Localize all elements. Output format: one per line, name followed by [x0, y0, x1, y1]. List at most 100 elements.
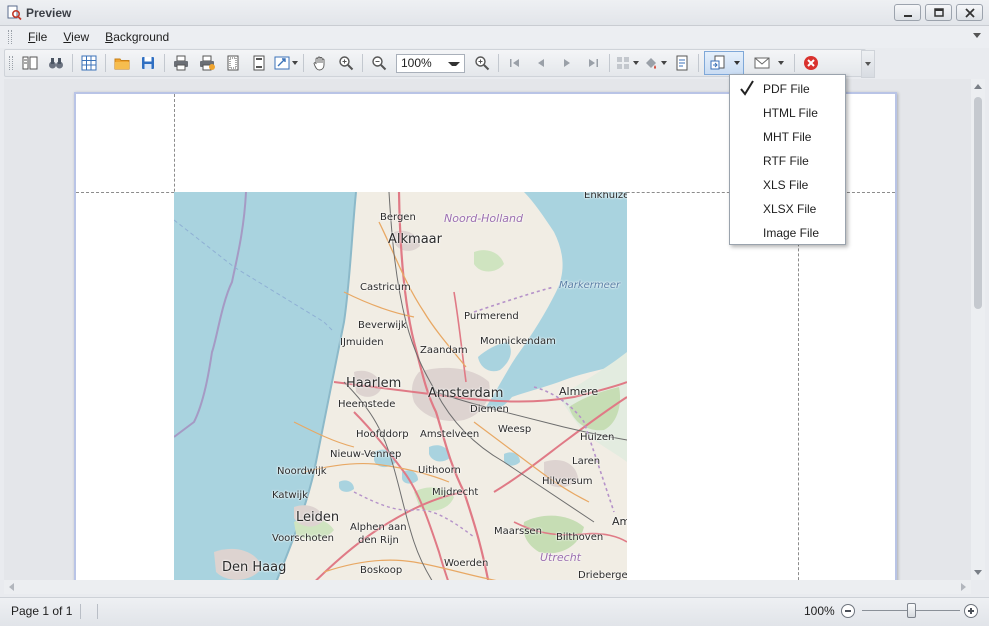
menu-grip[interactable] — [8, 30, 12, 44]
menu-item-xls-file[interactable]: XLS File — [730, 173, 845, 197]
chevron-down-icon — [865, 62, 871, 66]
map-label-monnickendam: Monnickendam — [480, 336, 556, 347]
first-page-button[interactable] — [504, 52, 526, 74]
menubar-overflow-icon[interactable] — [973, 33, 981, 38]
search-button[interactable] — [45, 52, 67, 74]
menu-item-label: MHT File — [763, 130, 812, 144]
menu-item-html-file[interactable]: HTML File — [730, 101, 845, 125]
fill-background-icon — [646, 58, 656, 69]
status-separator — [97, 604, 98, 619]
toolbar-options-button[interactable] — [861, 50, 875, 78]
watermark-button[interactable] — [671, 52, 693, 74]
map-label-markermeer: Markermeer — [559, 280, 621, 291]
map-label-maarssen: Maarssen — [494, 526, 542, 537]
scroll-down-icon[interactable] — [974, 570, 982, 575]
menu-item-label: HTML File — [763, 106, 818, 120]
export-dropdown-button[interactable] — [704, 51, 744, 75]
map-label-mijdrecht: Mijdrecht — [432, 487, 479, 498]
next-page-icon — [564, 59, 570, 67]
minimize-button[interactable] — [894, 4, 921, 21]
menu-item-image-file[interactable]: Image File — [730, 221, 845, 245]
quick-print-icon — [200, 55, 215, 71]
last-page-button[interactable] — [582, 52, 604, 74]
zoom-out-button[interactable] — [368, 52, 390, 74]
toolbar-separator — [303, 54, 304, 72]
zoom-combobox[interactable]: 100% — [396, 53, 465, 73]
document-map-icon — [22, 56, 38, 70]
header-footer-button[interactable] — [248, 52, 270, 74]
hand-tool-icon — [313, 56, 325, 71]
map-label-haarlem: Haarlem — [346, 376, 402, 391]
quick-print-button[interactable] — [196, 52, 218, 74]
maximize-button[interactable] — [925, 4, 952, 21]
map-label-zaandam: Zaandam — [420, 345, 468, 356]
magnifier-button[interactable] — [335, 52, 357, 74]
menu-item-label: PDF File — [763, 82, 810, 96]
map-label-noordwijk: Noordwijk — [277, 466, 327, 477]
multiple-pages-dropdown[interactable] — [615, 52, 639, 74]
fill-background-dropdown[interactable] — [643, 52, 667, 74]
send-email-dropdown[interactable] — [754, 52, 784, 74]
map-image: Enkhuize Bergen Noord-Holland Alkmaar Ma… — [174, 192, 627, 580]
hand-tool-button[interactable] — [309, 52, 331, 74]
page-setup-button[interactable] — [222, 52, 244, 74]
menu-item-mht-file[interactable]: MHT File — [730, 125, 845, 149]
zoom-in-icon — [475, 56, 490, 71]
menu-item-pdf-file[interactable]: PDF File — [730, 77, 845, 101]
map-label-nieuw-vennep: Nieuw-Vennep — [330, 449, 402, 460]
previous-page-button[interactable] — [530, 52, 552, 74]
menu-item-xlsx-file[interactable]: XLSX File — [730, 197, 845, 221]
toolbar-separator — [698, 54, 699, 72]
next-page-button[interactable] — [556, 52, 578, 74]
zoom-in-small-icon[interactable] — [964, 604, 978, 618]
preview-toolbar: 100% — [4, 49, 875, 78]
close-preview-button[interactable] — [800, 52, 822, 74]
map-label-den-haag: Den Haag — [222, 560, 287, 575]
multiple-pages-icon — [617, 57, 629, 69]
scale-dropdown[interactable] — [274, 52, 298, 74]
map-label-bergen: Bergen — [380, 212, 416, 223]
map-label-enkhuizen: Enkhuize — [584, 192, 627, 201]
page-setup-icon — [227, 55, 239, 71]
map-label-heemstede: Heemstede — [338, 399, 396, 410]
menu-item-rtf-file[interactable]: RTF File — [730, 149, 845, 173]
chevron-down-icon[interactable] — [448, 61, 460, 66]
map-label-beverwijk: Beverwijk — [358, 320, 407, 331]
map-label-alphen-den-rijn: den Rijn — [358, 535, 399, 546]
toolbar-separator — [105, 54, 106, 72]
zoom-out-small-icon[interactable] — [841, 604, 855, 618]
open-folder-icon — [114, 58, 130, 70]
map-label-amstelveen: Amstelveen — [420, 429, 480, 440]
toolbar-separator — [164, 54, 165, 72]
vertical-scroll-thumb[interactable] — [974, 97, 982, 309]
print-button[interactable] — [170, 52, 192, 74]
menu-file[interactable]: File — [20, 30, 55, 44]
scroll-left-icon[interactable] — [9, 583, 14, 591]
window-title: Preview — [26, 5, 72, 20]
close-window-button[interactable] — [956, 4, 983, 21]
horizontal-scrollbar[interactable] — [4, 580, 971, 594]
map-label-driebergen: Driebergen — [578, 570, 627, 580]
map-label-hoofddorp: Hoofddorp — [356, 429, 409, 440]
vertical-scrollbar[interactable] — [971, 79, 985, 580]
chevron-down-icon — [778, 61, 784, 65]
zoom-out-icon — [372, 56, 387, 71]
save-icon — [142, 57, 154, 69]
toolbar-grip[interactable] — [9, 56, 13, 70]
title-bar: Preview — [0, 0, 989, 26]
chevron-down-icon — [661, 61, 667, 65]
zoom-slider-thumb[interactable] — [907, 603, 916, 618]
open-button[interactable] — [111, 52, 133, 74]
save-button[interactable] — [137, 52, 159, 74]
map-label-huizen: Huizen — [580, 432, 615, 443]
menu-background[interactable]: Background — [97, 30, 177, 44]
parameters-button[interactable] — [78, 52, 100, 74]
zoom-level-text: 100% — [804, 604, 835, 618]
scroll-up-icon[interactable] — [974, 84, 982, 89]
toolbar-separator — [498, 54, 499, 72]
document-map-button[interactable] — [19, 52, 41, 74]
scroll-right-icon[interactable] — [961, 583, 966, 591]
menu-view[interactable]: View — [55, 30, 97, 44]
status-separator — [80, 604, 81, 619]
zoom-in-button[interactable] — [471, 52, 493, 74]
